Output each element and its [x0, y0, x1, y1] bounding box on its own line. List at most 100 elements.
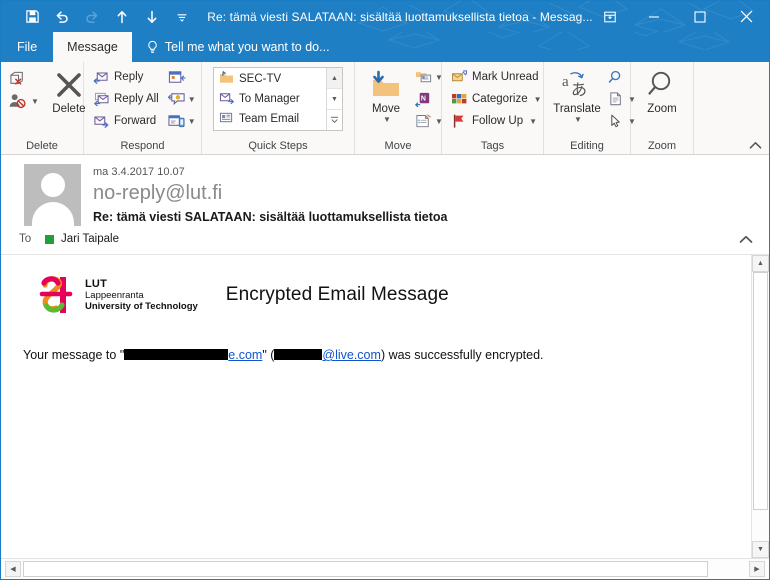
move-folder-icon: [370, 68, 402, 102]
collapse-header-icon[interactable]: [737, 230, 755, 248]
quick-step-sec-tv-label: SEC-TV: [239, 73, 282, 85]
more-respond-button[interactable]: ▼: [166, 110, 198, 132]
mark-unread-button[interactable]: Mark Unread: [447, 66, 547, 88]
quick-steps-scroll-up[interactable]: ▲: [327, 68, 342, 89]
to-label: To: [19, 233, 32, 245]
scroll-right-button[interactable]: ▶: [749, 561, 765, 577]
ribbon-group-quick-steps: SEC-TV To Manager Team Email ▲ ▼ Quick S…: [202, 62, 355, 154]
minimize-icon[interactable]: [631, 1, 677, 32]
previous-item-icon[interactable]: [107, 4, 137, 30]
quick-access-toolbar[interactable]: [1, 4, 197, 30]
redaction-bar-2: [274, 349, 323, 360]
categorize-label: Categorize: [472, 93, 528, 105]
follow-up-button[interactable]: Follow Up ▼: [447, 110, 547, 132]
categorize-caret-icon[interactable]: ▼: [534, 95, 542, 104]
quick-steps-more[interactable]: [327, 110, 342, 130]
ribbon-display-options-icon[interactable]: [589, 1, 631, 32]
junk-button[interactable]: ▼: [6, 90, 41, 112]
lut-logo-icon: [39, 276, 73, 313]
group-label-respond: Respond: [120, 140, 165, 152]
maximize-icon[interactable]: [677, 1, 723, 32]
quick-step-to-manager-label: To Manager: [239, 93, 300, 105]
vertical-scroll-thumb[interactable]: [753, 272, 768, 510]
group-label-tags: Tags: [480, 140, 505, 152]
actions-button[interactable]: ▼: [413, 110, 445, 132]
horizontal-scroll-thumb[interactable]: [23, 561, 708, 577]
flag-icon: [450, 114, 468, 128]
outlook-message-window: Re: tämä viesti SALATAAN: sisältää luott…: [0, 0, 770, 580]
reply-with-im-caret-icon[interactable]: ▼: [188, 95, 196, 104]
close-icon[interactable]: [723, 1, 769, 32]
more-respond-caret-icon[interactable]: ▼: [188, 117, 196, 126]
reply-all-button[interactable]: Reply All: [89, 88, 164, 110]
forward-button[interactable]: Forward: [89, 110, 164, 132]
forward-label: Forward: [114, 115, 157, 127]
quick-step-team-email-label: Team Email: [239, 113, 300, 125]
scroll-down-button[interactable]: ▼: [752, 541, 769, 558]
junk-caret-icon[interactable]: ▼: [31, 97, 39, 106]
ignore-button[interactable]: [6, 68, 41, 90]
paragraph-mid: " (: [262, 348, 275, 362]
reply-all-icon: [92, 92, 110, 106]
categorize-icon: [450, 92, 468, 106]
translate-button[interactable]: aあ Translate ▼: [549, 66, 605, 126]
reply-button[interactable]: Reply: [89, 66, 164, 88]
follow-up-caret-icon[interactable]: ▼: [529, 117, 537, 126]
zoom-button[interactable]: Zoom: [634, 66, 690, 117]
tabstrip-watermark: [387, 32, 731, 50]
svg-text:a: a: [562, 74, 569, 90]
reply-with-im-button[interactable]: ▼: [166, 88, 198, 110]
message-date: ma 3.4.2017 10.07: [93, 166, 185, 178]
group-label-quick-steps: Quick Steps: [248, 140, 308, 152]
quick-steps-scroll[interactable]: ▲ ▼: [326, 68, 342, 130]
svg-text:N: N: [421, 96, 426, 103]
recipient-link-1[interactable]: e.com: [228, 348, 262, 362]
tab-file[interactable]: File: [1, 32, 53, 62]
body-paragraph: Your message to " e.com" (@live.com) was …: [1, 317, 751, 364]
translate-label: Translate: [553, 103, 601, 115]
redo-icon: [77, 4, 107, 30]
window-controls[interactable]: [589, 1, 769, 32]
quick-step-to-manager[interactable]: To Manager: [216, 89, 326, 109]
meeting-button[interactable]: [166, 66, 198, 88]
undo-icon[interactable]: [47, 4, 77, 30]
recipients-row: To Jari Taipale: [1, 226, 769, 254]
tell-me-label: Tell me what you want to do...: [164, 40, 330, 54]
lut-brand-text: LUT Lappeenranta University of Technolog…: [85, 278, 198, 312]
lut-line3: University of Technology: [85, 301, 198, 312]
quick-step-sec-tv[interactable]: SEC-TV: [216, 69, 326, 89]
envelope-forward-icon: [219, 91, 234, 107]
collapse-ribbon-icon[interactable]: [747, 138, 763, 152]
group-label-delete: Delete: [26, 140, 58, 152]
next-item-icon[interactable]: [137, 4, 167, 30]
sender-avatar[interactable]: [19, 164, 81, 226]
scroll-up-button[interactable]: ▲: [752, 255, 769, 272]
redaction-bar-1: [124, 349, 229, 360]
rules-button[interactable]: ▼: [413, 66, 445, 88]
quick-steps-gallery[interactable]: SEC-TV To Manager Team Email ▲ ▼: [213, 67, 343, 131]
move-button[interactable]: Move ▼: [360, 66, 412, 126]
customize-qat-icon[interactable]: [167, 4, 197, 30]
scroll-left-button[interactable]: ◀: [5, 561, 21, 577]
horizontal-scrollbar[interactable]: ◀ ▶: [1, 558, 769, 579]
move-caret-icon[interactable]: ▼: [383, 115, 391, 124]
group-label-move: Move: [384, 140, 412, 152]
reply-icon: [92, 70, 110, 84]
tell-me-search[interactable]: Tell me what you want to do...: [132, 32, 330, 62]
onenote-button[interactable]: N: [413, 88, 445, 110]
categorize-button[interactable]: Categorize ▼: [447, 88, 547, 110]
quick-steps-scroll-down[interactable]: ▼: [327, 89, 342, 110]
delete-label: Delete: [52, 103, 86, 115]
tab-message[interactable]: Message: [53, 32, 132, 62]
quick-step-team-email[interactable]: Team Email: [216, 109, 326, 129]
message-sender[interactable]: no-reply@lut.fi: [93, 180, 755, 206]
save-icon[interactable]: [17, 4, 47, 30]
recipient-name[interactable]: Jari Taipale: [61, 233, 119, 245]
horizontal-scroll-track[interactable]: [23, 561, 747, 577]
forward-icon: [92, 114, 110, 128]
translate-caret-icon[interactable]: ▼: [574, 115, 582, 124]
recipient-link-2[interactable]: @live.com: [322, 348, 381, 362]
vertical-scroll-track[interactable]: [752, 272, 769, 541]
vertical-scrollbar[interactable]: ▲ ▼: [751, 255, 769, 558]
translate-icon: aあ: [561, 68, 593, 102]
